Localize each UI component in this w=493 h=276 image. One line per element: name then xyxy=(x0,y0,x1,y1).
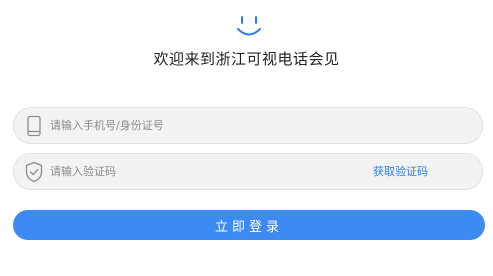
smile-icon xyxy=(237,16,261,36)
phone-input[interactable] xyxy=(50,108,350,143)
get-code-button[interactable]: 获取验证码 xyxy=(373,154,428,189)
page-title: 欢迎来到浙江可视电话会见 xyxy=(153,50,340,68)
login-button[interactable]: 立即登录 xyxy=(13,210,485,240)
login-page: 欢迎来到浙江可视电话会见 获取验证码 立即登录 xyxy=(0,0,493,276)
verification-code-field[interactable]: 获取验证码 xyxy=(13,153,483,190)
phone-icon xyxy=(27,115,41,137)
phone-field[interactable] xyxy=(13,107,483,144)
shield-check-icon xyxy=(25,161,43,183)
verification-code-input[interactable] xyxy=(50,154,350,189)
